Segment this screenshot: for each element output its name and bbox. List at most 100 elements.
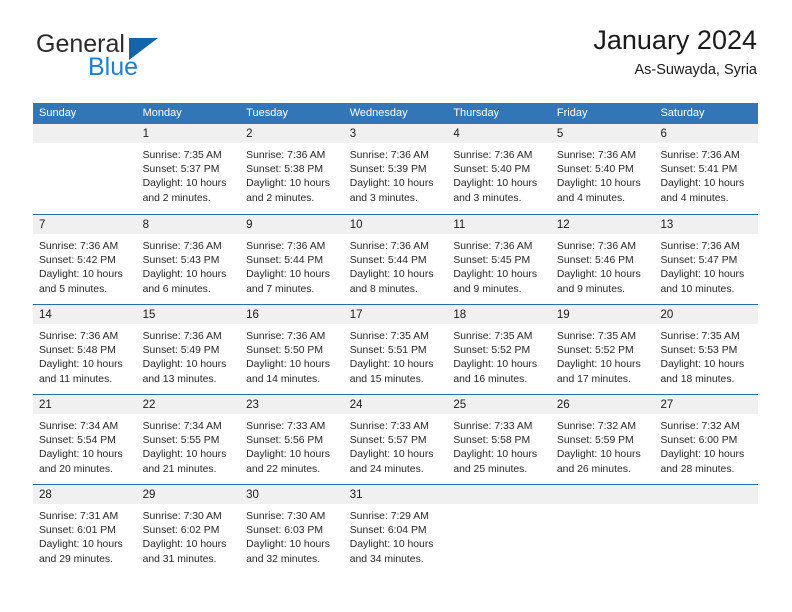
day-info-line: Sunrise: 7:36 AM (39, 241, 119, 252)
day-info-line: and 3 minutes. (453, 192, 522, 204)
calendar-grid: Sunday Monday Tuesday Wednesday Thursday Frid… (33, 103, 759, 574)
calendar-day-cell[interactable]: 13 Sunrise: 7:36 AM Sunset: 5:47 PM Dayligh… (654, 214, 759, 304)
day-info-line: Sunset: 5:46 PM (556, 255, 634, 267)
day-number-band: 22 (136, 395, 241, 414)
day-info-line: Daylight: 10 hours (246, 178, 330, 190)
day-info-line: Daylight: 10 hours (246, 539, 330, 551)
calendar-day-cell[interactable]: 9 Sunrise: 7:36 AM Sunset: 5:44 PM Daylight… (240, 214, 344, 304)
calendar-day-cell[interactable]: 21 Sunrise: 7:34 AM Sunset: 5:54 PM Dayligh… (33, 394, 137, 484)
calendar-day-cell[interactable]: 6 Sunrise: 7:36 AM Sunset: 5:41 PM Daylight… (654, 124, 759, 214)
day-info-line: Sunrise: 7:36 AM (453, 150, 533, 161)
calendar-day-cell[interactable]: 25 Sunrise: 7:33 AM Sunset: 5:58 PM Dayligh… (447, 394, 551, 484)
day-info-line: Sunset: 6:03 PM (246, 525, 323, 537)
calendar-day-cell[interactable]: 18 Sunrise: 7:35 AM Sunset: 5:52 PM Dayligh… (447, 304, 551, 394)
day-info-line: Sunrise: 7:36 AM (556, 241, 637, 252)
day-number: 3 (349, 128, 357, 140)
calendar-day-cell-empty (654, 484, 759, 574)
day-number-band: 26 (550, 395, 655, 414)
day-info-line: and 15 minutes. (349, 373, 424, 385)
day-info-line: Sunrise: 7:34 AM (39, 421, 119, 432)
day-info-line: Daylight: 10 hours (660, 449, 745, 461)
day-info-line: and 11 minutes. (39, 373, 113, 385)
day-number-band: 30 (240, 485, 344, 504)
day-info-line: Sunset: 5:44 PM (246, 255, 323, 267)
calendar-day-cell[interactable]: 2 Sunrise: 7:36 AM Sunset: 5:38 PM Daylight… (240, 124, 344, 214)
calendar-day-cell[interactable]: 4 Sunrise: 7:36 AM Sunset: 5:40 PM Daylight… (447, 124, 551, 214)
day-info: Sunrise: 7:32 AM Sunset: 6:00 PM Daylight:… (654, 414, 758, 477)
day-info-line: Daylight: 10 hours (660, 269, 745, 281)
day-info-line: Daylight: 10 hours (453, 449, 538, 461)
day-number-band: 13 (654, 215, 759, 234)
day-number: 9 (246, 219, 253, 231)
day-number-band: 4 (447, 124, 551, 143)
title-block: January 2024 As-Suwayda, Syria (593, 25, 757, 79)
day-info-line: Sunrise: 7:36 AM (142, 331, 222, 342)
day-number: 5 (556, 128, 564, 140)
calendar-day-cell-empty (550, 484, 655, 574)
calendar-day-cell[interactable]: 5 Sunrise: 7:36 AM Sunset: 5:40 PM Daylight… (550, 124, 655, 214)
calendar-week-row: 28 Sunrise: 7:31 AM Sunset: 6:01 PM Dayligh… (33, 484, 759, 574)
calendar-day-cell[interactable]: 26 Sunrise: 7:32 AM Sunset: 5:59 PM Dayligh… (550, 394, 655, 484)
calendar-day-cell[interactable]: 19 Sunrise: 7:35 AM Sunset: 5:52 PM Dayligh… (550, 304, 655, 394)
calendar-day-cell-empty (33, 124, 137, 214)
day-info: Sunrise: 7:34 AM Sunset: 5:55 PM Daylight:… (137, 414, 241, 477)
calendar-day-cell[interactable]: 7 Sunrise: 7:36 AM Sunset: 5:42 PM Daylight… (33, 214, 137, 304)
day-info: Sunrise: 7:35 AM Sunset: 5:53 PM Daylight:… (654, 324, 758, 387)
day-info-line: Sunrise: 7:36 AM (556, 150, 637, 161)
day-info-line: Daylight: 10 hours (556, 449, 641, 461)
day-info-line: and 28 minutes. (660, 463, 735, 475)
calendar-day-cell[interactable]: 31 Sunrise: 7:29 AM Sunset: 6:04 PM Dayligh… (343, 484, 448, 574)
calendar-day-cell[interactable]: 8 Sunrise: 7:36 AM Sunset: 5:43 PM Daylight… (136, 214, 241, 304)
day-info-line: and 5 minutes. (39, 283, 108, 295)
calendar-day-cell[interactable]: 11 Sunrise: 7:36 AM Sunset: 5:45 PM Dayligh… (447, 214, 551, 304)
day-info: Sunrise: 7:31 AM Sunset: 6:01 PM Daylight:… (33, 504, 137, 567)
day-info-line: and 14 minutes. (246, 373, 321, 385)
day-info: Sunrise: 7:36 AM Sunset: 5:43 PM Daylight:… (137, 234, 241, 297)
calendar-day-cell[interactable]: 30 Sunrise: 7:30 AM Sunset: 6:03 PM Dayligh… (240, 484, 344, 574)
day-info-line: and 22 minutes. (246, 463, 321, 475)
day-number: 29 (142, 489, 156, 501)
day-info: Sunrise: 7:36 AM Sunset: 5:42 PM Daylight:… (33, 234, 137, 297)
day-number-band: 25 (447, 395, 551, 414)
day-info: Sunrise: 7:36 AM Sunset: 5:39 PM Daylight:… (344, 143, 448, 206)
day-info-line: Sunset: 5:56 PM (246, 435, 323, 447)
day-number: 20 (660, 309, 674, 321)
day-info-line: Sunset: 5:48 PM (39, 345, 116, 357)
calendar-day-cell[interactable]: 27 Sunrise: 7:32 AM Sunset: 6:00 PM Dayligh… (654, 394, 759, 484)
day-info: Sunrise: 7:34 AM Sunset: 5:54 PM Daylight:… (33, 414, 137, 477)
day-info-line: and 9 minutes. (556, 283, 626, 295)
day-number: 12 (556, 219, 570, 231)
calendar-day-cell[interactable]: 22 Sunrise: 7:34 AM Sunset: 5:55 PM Dayligh… (136, 394, 241, 484)
calendar-day-cell[interactable]: 14 Sunrise: 7:36 AM Sunset: 5:48 PM Dayligh… (33, 304, 137, 394)
day-info-line: Daylight: 10 hours (556, 269, 641, 281)
calendar-day-cell[interactable]: 24 Sunrise: 7:33 AM Sunset: 5:57 PM Dayligh… (343, 394, 448, 484)
weekday-header-thursday: Thursday (453, 107, 500, 119)
day-info-line: and 32 minutes. (246, 553, 321, 565)
calendar-day-cell[interactable]: 23 Sunrise: 7:33 AM Sunset: 5:56 PM Dayligh… (240, 394, 344, 484)
calendar-day-cell[interactable]: 15 Sunrise: 7:36 AM Sunset: 5:49 PM Dayligh… (136, 304, 241, 394)
calendar-day-cell[interactable]: 28 Sunrise: 7:31 AM Sunset: 6:01 PM Dayligh… (33, 484, 137, 574)
calendar-day-cell[interactable]: 16 Sunrise: 7:36 AM Sunset: 5:50 PM Dayligh… (240, 304, 344, 394)
calendar-day-cell[interactable]: 1 Sunrise: 7:35 AM Sunset: 5:37 PM Daylight… (136, 124, 241, 214)
day-info-line: Sunrise: 7:36 AM (349, 241, 429, 252)
day-info: Sunrise: 7:36 AM Sunset: 5:44 PM Daylight:… (344, 234, 448, 297)
day-number-band (654, 485, 759, 504)
calendar-day-cell[interactable]: 17 Sunrise: 7:35 AM Sunset: 5:51 PM Dayligh… (343, 304, 448, 394)
day-info-line: Sunrise: 7:30 AM (142, 511, 222, 522)
calendar-day-cell[interactable]: 10 Sunrise: 7:36 AM Sunset: 5:44 PM Dayligh… (343, 214, 448, 304)
day-number-band: 27 (654, 395, 759, 414)
calendar-day-cell[interactable]: 29 Sunrise: 7:30 AM Sunset: 6:02 PM Dayligh… (136, 484, 241, 574)
day-info-line: Sunrise: 7:36 AM (142, 241, 222, 252)
calendar-day-cell[interactable]: 20 Sunrise: 7:35 AM Sunset: 5:53 PM Dayligh… (654, 304, 759, 394)
day-info-line: Daylight: 10 hours (142, 178, 227, 190)
day-number: 7 (39, 219, 46, 231)
day-info-line: Sunrise: 7:34 AM (142, 421, 222, 432)
day-info-line: and 17 minutes. (556, 373, 631, 385)
calendar-day-cell[interactable]: 12 Sunrise: 7:36 AM Sunset: 5:46 PM Dayligh… (550, 214, 655, 304)
general-blue-logo[interactable]: General Blue (33, 26, 263, 90)
calendar-day-cell[interactable]: 3 Sunrise: 7:36 AM Sunset: 5:39 PM Daylight… (343, 124, 448, 214)
day-info-line: and 4 minutes. (660, 192, 729, 204)
day-info: Sunrise: 7:36 AM Sunset: 5:41 PM Daylight:… (654, 143, 758, 206)
day-info-line: Sunset: 5:57 PM (349, 435, 427, 447)
day-number: 16 (246, 309, 259, 321)
